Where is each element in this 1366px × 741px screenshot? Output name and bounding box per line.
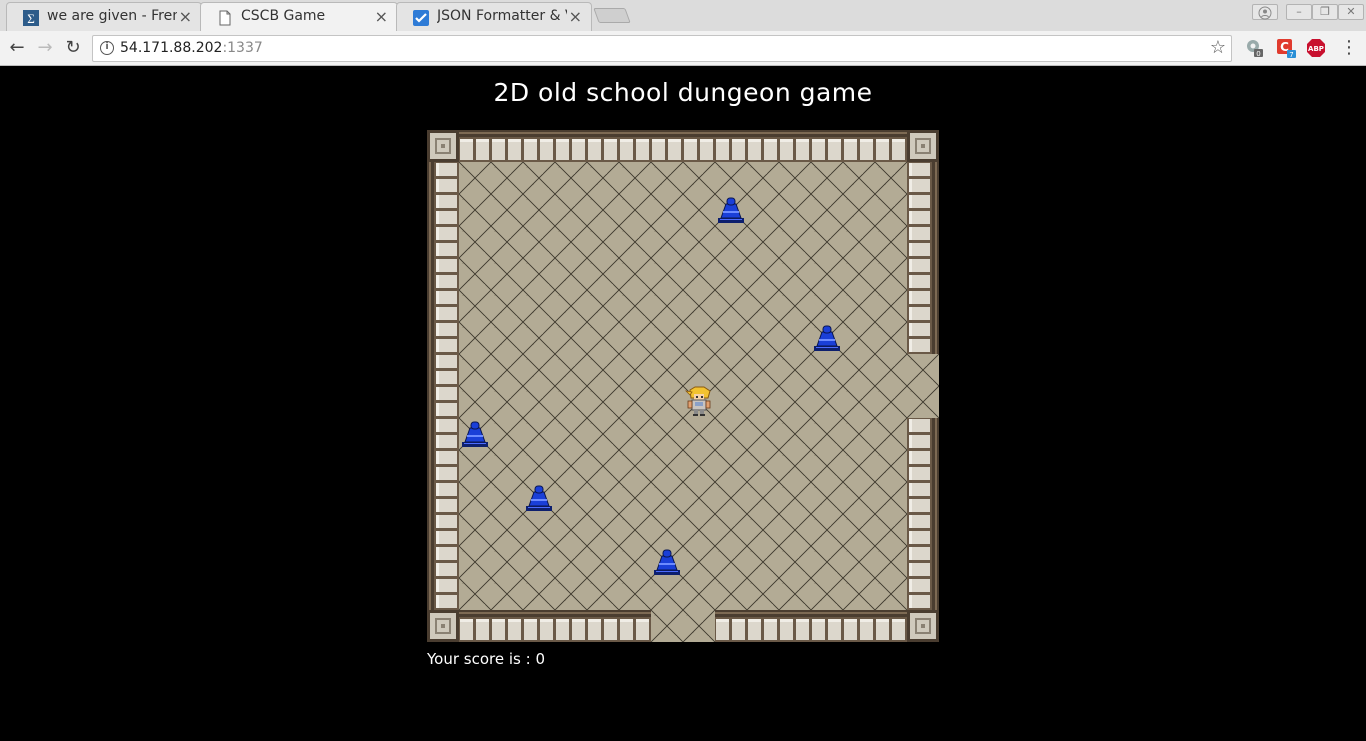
wall-bottom-left bbox=[459, 610, 651, 642]
checkbox-icon bbox=[413, 10, 429, 26]
tab-title: CSCB Game bbox=[241, 8, 326, 24]
latex-icon: Σ bbox=[23, 10, 39, 26]
tab-strip: Σ we are given - Frenc × CSCB Game × JSO… bbox=[0, 0, 1366, 32]
svg-text:Σ: Σ bbox=[27, 11, 35, 26]
wall-right-upper bbox=[907, 162, 939, 354]
wall-top bbox=[459, 130, 907, 162]
game-board[interactable] bbox=[427, 130, 939, 642]
pillar-top-left bbox=[427, 130, 459, 162]
pillar-bottom-left bbox=[427, 610, 459, 642]
address-bar[interactable]: i 54.171.88.202:1337 ☆ bbox=[92, 35, 1232, 62]
browser-toolbar: ← → ↻ i 54.171.88.202:1337 ☆ 0 C 7 ABP ⋮ bbox=[0, 31, 1366, 66]
adblock-icon[interactable]: ABP bbox=[1306, 38, 1326, 58]
bookmark-star-icon[interactable]: ☆ bbox=[1210, 37, 1226, 58]
close-icon[interactable]: × bbox=[569, 7, 582, 26]
svg-text:0: 0 bbox=[1256, 50, 1260, 58]
score-display: Your score is : 0 bbox=[427, 650, 545, 668]
pillar-top-right bbox=[907, 130, 939, 162]
close-icon[interactable]: × bbox=[375, 7, 388, 26]
page-icon bbox=[219, 10, 231, 26]
score-label: Your score is : bbox=[427, 650, 536, 668]
minimize-button[interactable]: – bbox=[1286, 4, 1312, 20]
tab-latex[interactable]: Σ we are given - Frenc × bbox=[6, 2, 202, 31]
url-port: :1337 bbox=[222, 40, 263, 56]
tab-json-formatter[interactable]: JSON Formatter & V × bbox=[396, 2, 592, 31]
tab-cscb-game[interactable]: CSCB Game × bbox=[200, 2, 398, 32]
profile-icon bbox=[1258, 6, 1272, 20]
url-host: 54.171.88.202 bbox=[120, 40, 223, 56]
info-icon[interactable]: i bbox=[100, 41, 114, 55]
profile-button[interactable] bbox=[1252, 4, 1278, 20]
wall-bottom-right bbox=[715, 610, 907, 642]
close-icon[interactable]: × bbox=[179, 7, 192, 26]
wall-left bbox=[427, 162, 459, 610]
tab-title: we are given - Frenc bbox=[47, 8, 177, 24]
page-title: 2D old school dungeon game bbox=[493, 78, 873, 107]
forward-button[interactable]: → bbox=[34, 37, 56, 59]
svg-text:ABP: ABP bbox=[1308, 45, 1324, 53]
score-value: 0 bbox=[535, 650, 545, 668]
extension-c-icon[interactable]: C 7 bbox=[1276, 38, 1296, 58]
reload-button[interactable]: ↻ bbox=[62, 37, 84, 59]
new-tab-button[interactable] bbox=[593, 8, 631, 23]
svg-text:7: 7 bbox=[1289, 51, 1293, 58]
pillar-bottom-right bbox=[907, 610, 939, 642]
tab-title: JSON Formatter & V bbox=[437, 8, 567, 24]
extension-gear-icon[interactable]: 0 bbox=[1244, 38, 1264, 58]
maximize-button[interactable]: ❐ bbox=[1312, 4, 1338, 20]
back-button[interactable]: ← bbox=[6, 37, 28, 59]
window-close-button[interactable]: ✕ bbox=[1338, 4, 1364, 20]
url-text: 54.171.88.202:1337 bbox=[120, 40, 263, 56]
menu-kebab-icon[interactable]: ⋮ bbox=[1338, 37, 1360, 59]
dungeon-floor bbox=[427, 130, 939, 642]
wall-right-lower bbox=[907, 418, 939, 610]
